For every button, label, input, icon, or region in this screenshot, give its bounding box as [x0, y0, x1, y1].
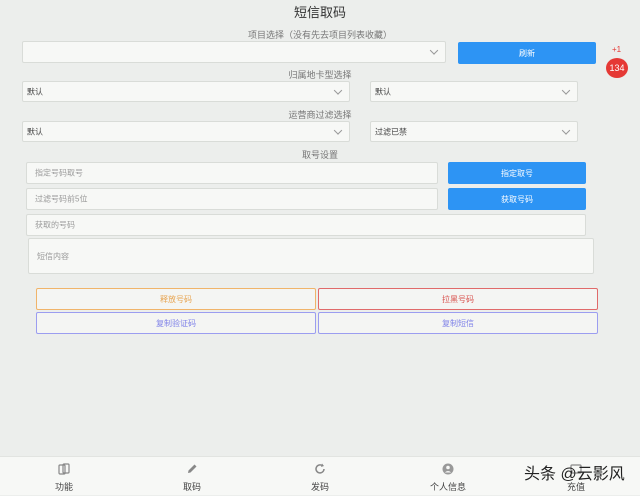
specify-number-placeholder: 指定号码取号: [35, 168, 83, 178]
tab-profile-label: 个人信息: [429, 482, 466, 492]
feature-icon: [58, 463, 70, 475]
badge-plus: +1: [612, 45, 622, 54]
pencil-icon: [188, 464, 197, 473]
project-section-label: 项目选择（没有先去项目列表收藏）: [247, 30, 392, 40]
number-section-label: 取号设置: [301, 150, 338, 160]
obtained-number-field[interactable]: 获取的号码: [26, 214, 586, 236]
filter-prefix-placeholder: 过滤号码前5位: [35, 194, 88, 204]
filter-select[interactable]: 过滤已禁: [370, 121, 578, 142]
refresh-icon: [315, 463, 325, 474]
specify-number-button[interactable]: 指定取号: [448, 162, 586, 184]
tab-profile[interactable]: 个人信息: [408, 457, 488, 496]
carrier-section-label: 运营商过滤选择: [288, 110, 352, 120]
chevron-down-icon: [561, 125, 571, 135]
tab-get-code-label: 取码: [182, 482, 201, 492]
tab-send-code[interactable]: 发码: [280, 457, 360, 496]
copy-code-button[interactable]: 复制验证码: [36, 312, 316, 334]
chevron-down-icon: [561, 85, 571, 95]
tab-get-code[interactable]: 取码: [152, 457, 232, 496]
filter-prefix-input[interactable]: 过滤号码前5位: [26, 188, 438, 210]
card-type-select-value: 默认: [375, 87, 391, 96]
page-title: 短信取码: [293, 5, 346, 20]
watermark: 头条 @云影风: [524, 466, 625, 483]
copy-sms-button[interactable]: 复制短信: [318, 312, 598, 334]
tab-send-code-label: 发码: [310, 482, 329, 492]
chevron-down-icon: [333, 85, 343, 95]
user-icon: [442, 463, 454, 475]
tab-feature[interactable]: 功能: [24, 457, 104, 496]
filter-select-value: 过滤已禁: [375, 127, 407, 136]
sms-content-placeholder: 短信内容: [37, 252, 69, 261]
specify-number-input[interactable]: 指定号码取号: [26, 162, 438, 184]
obtained-number-placeholder: 获取的号码: [35, 220, 75, 230]
tab-feature-label: 功能: [54, 482, 73, 492]
chevron-down-icon: [333, 125, 343, 135]
sms-content-field[interactable]: 短信内容: [28, 238, 594, 274]
get-number-button[interactable]: 获取号码: [448, 188, 586, 210]
region-section-label: 归属地卡型选择: [288, 70, 352, 80]
project-select[interactable]: [22, 41, 446, 63]
chevron-down-icon: [429, 46, 439, 55]
card-type-select[interactable]: 默认: [370, 81, 578, 102]
carrier-select-value: 默认: [27, 127, 43, 136]
blacklist-number-button[interactable]: 拉黑号码: [318, 288, 598, 310]
carrier-select[interactable]: 默认: [22, 121, 350, 142]
release-number-button[interactable]: 释放号码: [36, 288, 316, 310]
region-select-value: 默认: [27, 87, 43, 96]
refresh-button[interactable]: 刷新: [458, 42, 596, 64]
region-select[interactable]: 默认: [22, 81, 350, 102]
